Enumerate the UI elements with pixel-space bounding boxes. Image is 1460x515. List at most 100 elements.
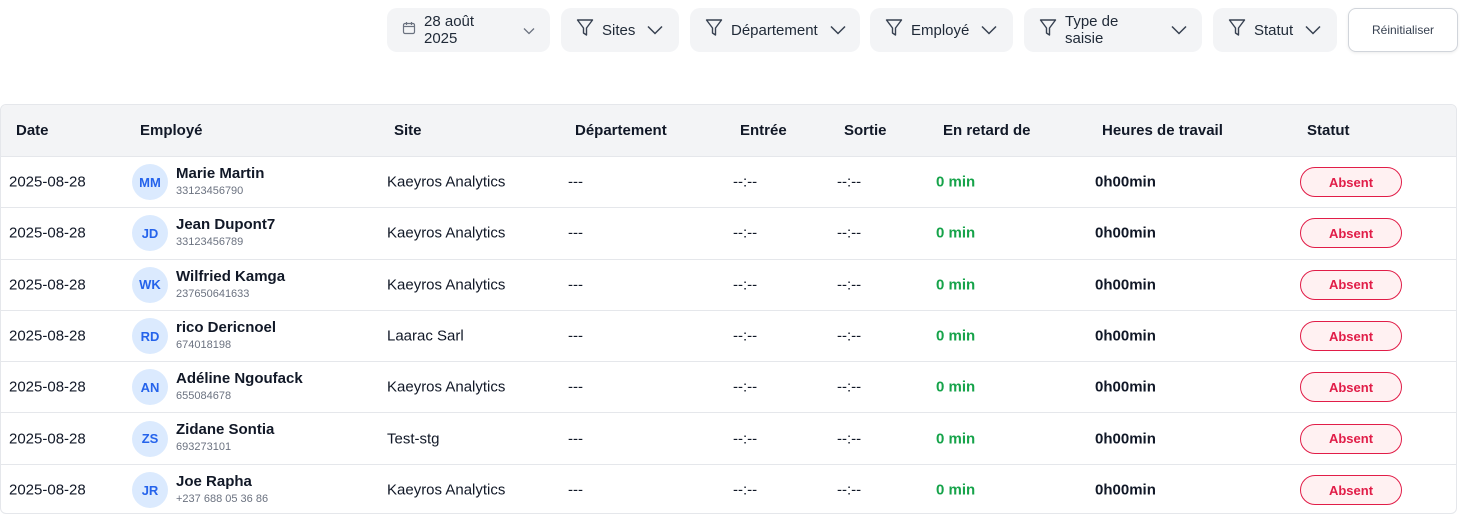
employee-cell: Joe Rapha +237 688 05 36 86 <box>176 473 268 506</box>
department-cell: --- <box>568 224 583 242</box>
employee-phone: 33123456790 <box>176 185 244 197</box>
employee-cell: Adéline Ngoufack 655084678 <box>176 370 303 403</box>
table-row[interactable]: 2025-08-28 MM Marie Martin 33123456790 K… <box>1 157 1456 209</box>
employee-phone: 33123456789 <box>176 236 244 249</box>
status-badge: Absent <box>1300 475 1402 506</box>
column-header-late[interactable]: En retard de <box>943 122 1031 139</box>
funnel-icon <box>1039 18 1057 42</box>
status-badge: Absent <box>1300 269 1402 300</box>
column-header-exit[interactable]: Sortie <box>844 122 887 139</box>
date-cell: 2025-08-28 <box>9 224 86 242</box>
employee-phone: 655084678 <box>176 390 232 403</box>
work-hours-cell: 0h00min <box>1095 430 1156 448</box>
table-row[interactable]: 2025-08-28 WK Wilfried Kamga 23765064163… <box>1 260 1456 311</box>
site-cell: Kaeyros Analytics <box>387 224 506 242</box>
exit-time-cell: --:-- <box>837 481 862 499</box>
chevron-down-icon <box>523 22 535 39</box>
avatar: AN <box>132 369 168 406</box>
table-row[interactable]: 2025-08-28 JR Joe Rapha +237 688 05 36 8… <box>1 465 1456 513</box>
funnel-icon <box>885 18 903 42</box>
late-cell: 0 min <box>936 378 976 396</box>
date-filter-button[interactable]: 28 août 2025 <box>387 8 550 52</box>
status-filter-label: Statut <box>1254 21 1294 39</box>
entry-time-cell: --:-- <box>733 430 758 448</box>
employee-name[interactable]: Joe Rapha <box>176 473 268 491</box>
column-header-entry[interactable]: Entrée <box>740 122 787 139</box>
column-header-hours[interactable]: Heures de travail <box>1102 122 1223 139</box>
filter-bar: 28 août 2025 Sites Département Employé T… <box>0 8 1460 53</box>
funnel-icon <box>705 18 723 42</box>
avatar: WK <box>132 266 168 303</box>
entry-time-cell: --:-- <box>733 173 758 191</box>
entry-type-filter-label: Type de saisie <box>1065 13 1119 47</box>
status-badge: Absent <box>1300 372 1402 403</box>
employee-cell: Zidane Sontia 693273101 <box>176 421 274 454</box>
late-cell: 0 min <box>936 276 976 294</box>
employee-phone: 693273101 <box>176 441 232 454</box>
date-cell: 2025-08-28 <box>9 430 86 448</box>
site-cell: Kaeyros Analytics <box>387 378 506 396</box>
entry-time-cell: --:-- <box>733 276 758 294</box>
column-header-status[interactable]: Statut <box>1307 122 1350 139</box>
employee-name[interactable]: Wilfried Kamga <box>176 268 285 286</box>
chevron-down-icon <box>1305 22 1321 39</box>
avatar: RD <box>132 318 168 355</box>
reset-button[interactable]: Réinitialiser <box>1348 8 1458 52</box>
late-cell: 0 min <box>936 430 976 448</box>
date-cell: 2025-08-28 <box>9 276 86 294</box>
column-header-department[interactable]: Département <box>575 122 667 139</box>
employee-filter-label: Employé <box>911 21 970 39</box>
work-hours-cell: 0h00min <box>1095 173 1156 191</box>
avatar: JR <box>132 472 168 509</box>
avatar: MM <box>132 164 168 201</box>
avatar: JD <box>132 215 168 252</box>
column-header-employee[interactable]: Employé <box>140 122 203 139</box>
employee-cell: Jean Dupont7 33123456789 <box>176 216 275 249</box>
site-cell: Test-stg <box>387 430 440 448</box>
department-cell: --- <box>568 481 583 499</box>
department-cell: --- <box>568 378 583 396</box>
column-header-site[interactable]: Site <box>394 122 422 139</box>
sites-filter-button[interactable]: Sites <box>561 8 679 52</box>
funnel-icon <box>576 18 594 42</box>
sites-filter-label: Sites <box>602 21 636 39</box>
status-badge: Absent <box>1300 321 1402 352</box>
employee-name[interactable]: Zidane Sontia <box>176 421 274 439</box>
exit-time-cell: --:-- <box>837 173 862 191</box>
entry-time-cell: --:-- <box>733 327 758 345</box>
chevron-down-icon <box>830 22 846 39</box>
calendar-icon <box>402 21 416 39</box>
attendance-table: Date Employé Site Département Entrée Sor… <box>0 104 1457 514</box>
work-hours-cell: 0h00min <box>1095 378 1156 396</box>
table-row[interactable]: 2025-08-28 AN Adéline Ngoufack 655084678… <box>1 362 1456 414</box>
entry-type-filter-button[interactable]: Type de saisie <box>1024 8 1202 52</box>
exit-time-cell: --:-- <box>837 224 862 242</box>
funnel-icon <box>1228 18 1246 42</box>
entry-time-cell: --:-- <box>733 481 758 499</box>
work-hours-cell: 0h00min <box>1095 276 1156 294</box>
employee-name[interactable]: rico Dericnoel <box>176 319 276 337</box>
work-hours-cell: 0h00min <box>1095 224 1156 242</box>
department-cell: --- <box>568 173 583 191</box>
table-row[interactable]: 2025-08-28 RD rico Dericnoel 674018198 L… <box>1 311 1456 363</box>
date-cell: 2025-08-28 <box>9 173 86 191</box>
employee-phone: 674018198 <box>176 338 232 351</box>
status-filter-button[interactable]: Statut <box>1213 8 1337 52</box>
employee-phone: +237 688 05 36 86 <box>176 492 269 505</box>
chevron-down-icon <box>647 22 663 39</box>
department-filter-button[interactable]: Département <box>690 8 860 52</box>
work-hours-cell: 0h00min <box>1095 481 1156 499</box>
site-cell: Kaeyros Analytics <box>387 481 506 499</box>
status-badge: Absent <box>1300 167 1402 198</box>
employee-name[interactable]: Marie Martin <box>176 165 264 183</box>
employee-filter-button[interactable]: Employé <box>870 8 1013 52</box>
column-header-date[interactable]: Date <box>16 122 49 139</box>
exit-time-cell: --:-- <box>837 430 862 448</box>
exit-time-cell: --:-- <box>837 276 862 294</box>
employee-name[interactable]: Jean Dupont7 <box>176 216 275 234</box>
employee-name[interactable]: Adéline Ngoufack <box>176 370 303 388</box>
table-row[interactable]: 2025-08-28 JD Jean Dupont7 33123456789 K… <box>1 208 1456 260</box>
site-cell: Kaeyros Analytics <box>387 276 506 294</box>
table-row[interactable]: 2025-08-28 ZS Zidane Sontia 693273101 Te… <box>1 413 1456 465</box>
employee-cell: Wilfried Kamga 237650641633 <box>176 268 285 301</box>
